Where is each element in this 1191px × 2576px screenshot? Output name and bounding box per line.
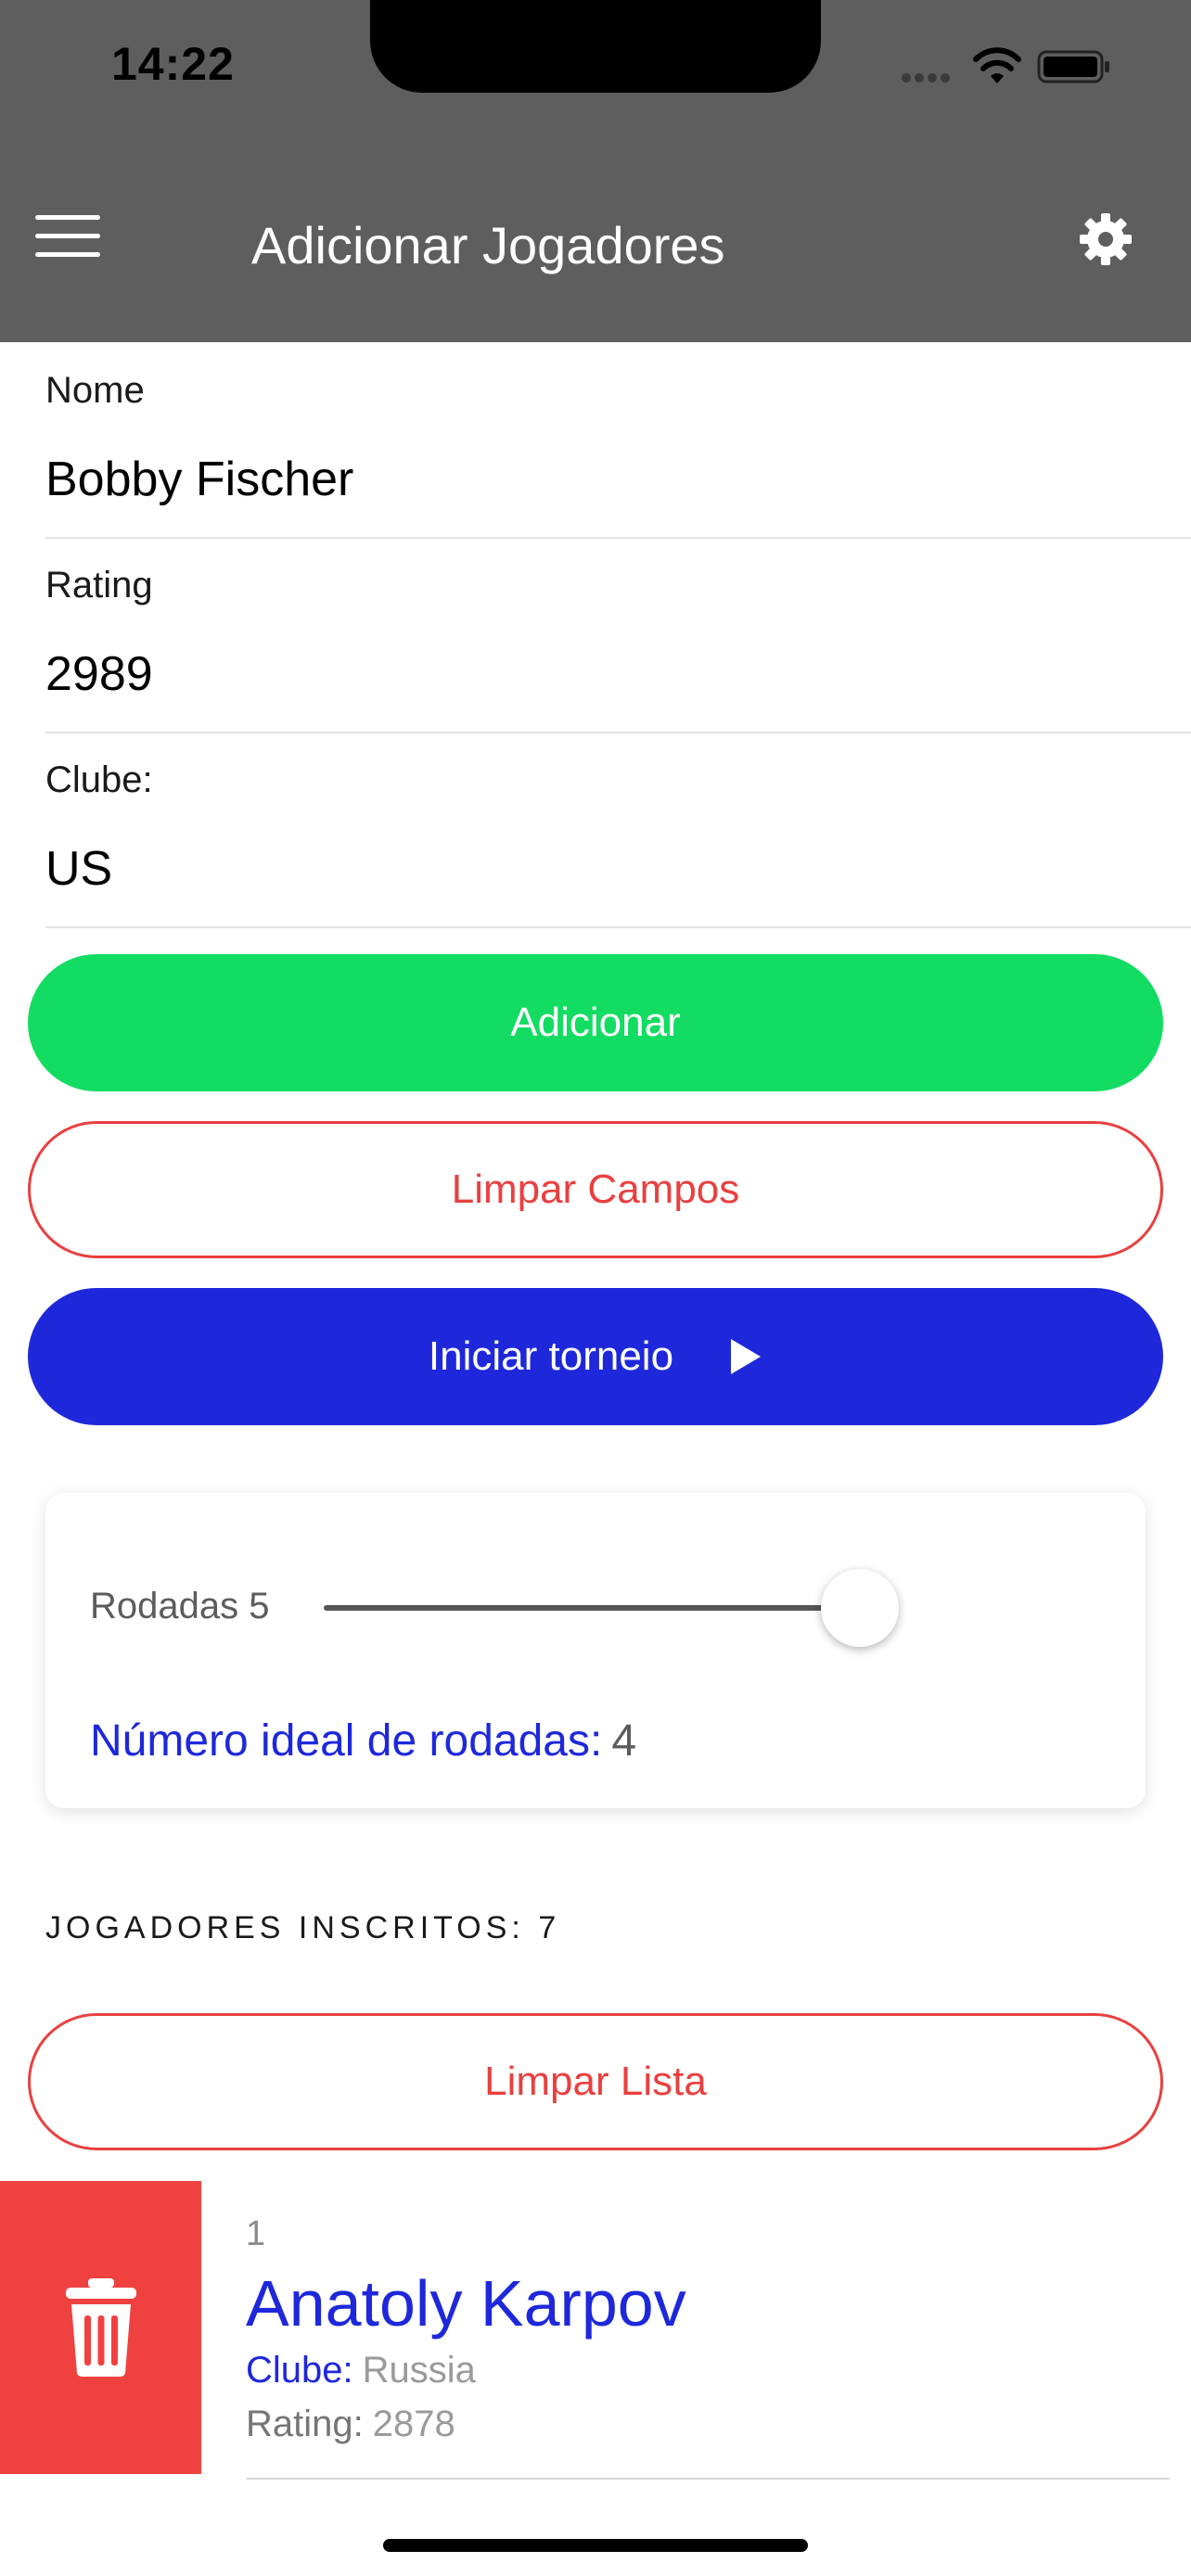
app-header: 14:22 Adicionar Jogadores: [0, 0, 1191, 342]
club-field[interactable]: Clube: US: [45, 732, 1191, 928]
player-list-item[interactable]: 1 Anatoly Karpov Clube: Russia Rating: 287…: [246, 2181, 1170, 2480]
player-name: Anatoly Karpov: [246, 2267, 686, 2340]
name-input[interactable]: Bobby Fischer: [45, 452, 353, 507]
home-indicator[interactable]: [383, 2539, 808, 2552]
clear-list-label: Limpar Lista: [484, 2059, 707, 2104]
club-input[interactable]: US: [45, 841, 112, 897]
clear-fields-label: Limpar Campos: [451, 1167, 740, 1212]
cellular-signal-icon: [902, 70, 957, 83]
ideal-rounds-label: Número ideal de rodadas:: [90, 1716, 603, 1766]
players-section-header: JOGADORES INSCRITOS: 7: [45, 1910, 561, 1945]
page-title: Adicionar Jogadores: [251, 216, 725, 274]
device-notch: [370, 0, 821, 93]
start-tournament-label: Iniciar torneio: [428, 1333, 674, 1379]
rating-input[interactable]: 2989: [45, 646, 153, 702]
trash-icon: [65, 2278, 136, 2377]
player-club: Clube: Russia: [246, 2350, 476, 2391]
add-button-label: Adicionar: [510, 1000, 681, 1045]
rating-label: Rating: [45, 565, 153, 606]
rating-field[interactable]: Rating 2989: [45, 537, 1191, 733]
clear-fields-button[interactable]: Limpar Campos: [28, 1121, 1163, 1258]
rounds-slider-thumb[interactable]: [821, 1569, 899, 1647]
rounds-card: Rodadas 5 Número ideal de rodadas: 4: [45, 1493, 1146, 1808]
add-button[interactable]: Adicionar: [28, 954, 1163, 1091]
player-index: 1: [246, 2214, 266, 2253]
club-label: Clube:: [45, 759, 153, 800]
ideal-rounds-value: 4: [611, 1716, 637, 1766]
name-label: Nome: [45, 370, 145, 411]
rounds-slider-track[interactable]: [324, 1605, 862, 1611]
player-rating-label: Rating:: [246, 2404, 364, 2444]
ideal-rounds: Número ideal de rodadas: 4: [90, 1715, 636, 1766]
battery-icon: [1037, 50, 1109, 83]
wifi-icon: [973, 47, 1021, 83]
player-club-value: Russia: [362, 2350, 476, 2391]
player-rating-value: 2878: [372, 2404, 455, 2444]
status-time: 14:22: [111, 38, 235, 90]
hamburger-menu-icon[interactable]: [35, 215, 102, 261]
name-field[interactable]: Nome Bobby Fischer: [45, 342, 1191, 539]
rounds-label: Rodadas 5: [90, 1586, 270, 1626]
clear-list-button[interactable]: Limpar Lista: [28, 2013, 1163, 2150]
gear-icon[interactable]: [1076, 210, 1135, 269]
player-club-label: Clube:: [246, 2350, 353, 2391]
delete-player-button[interactable]: [0, 2181, 201, 2474]
player-rating: Rating: 2878: [246, 2404, 455, 2445]
start-tournament-button[interactable]: Iniciar torneio: [28, 1288, 1163, 1425]
play-icon: [731, 1339, 762, 1374]
